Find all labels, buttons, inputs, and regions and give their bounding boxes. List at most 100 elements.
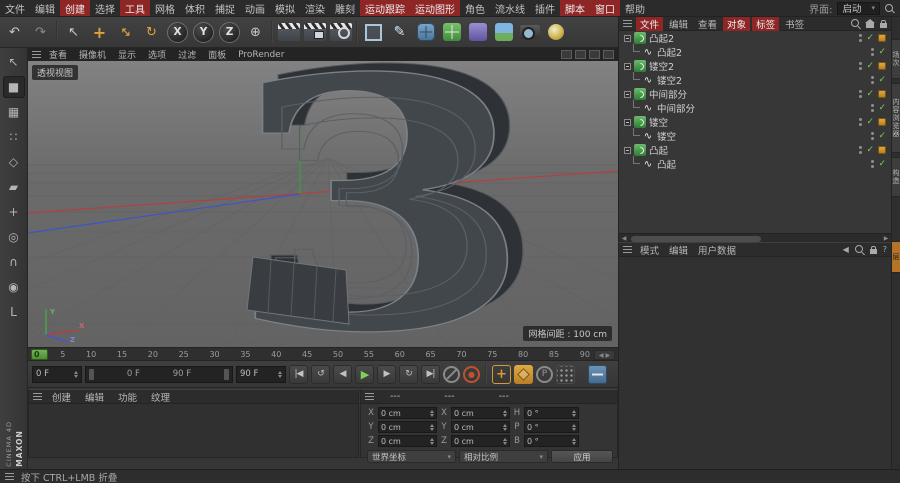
tab-structure[interactable]: 构造: [892, 157, 900, 197]
object-row[interactable]: 中间部分 ✓: [619, 87, 891, 101]
tab-texture[interactable]: 纹理: [145, 390, 176, 404]
light-button[interactable]: [543, 20, 568, 45]
tab-content-browser[interactable]: 内容浏览器: [892, 83, 900, 153]
rotate-tool-button[interactable]: ↻: [139, 20, 164, 45]
interface-dropdown[interactable]: 启动 ▾: [837, 1, 880, 15]
collapse-icon[interactable]: [624, 146, 631, 154]
viewport-menu-item[interactable]: 过滤: [172, 48, 202, 61]
om-menu-item[interactable]: 查看: [694, 17, 721, 31]
object-name[interactable]: 凸起: [657, 157, 676, 171]
enabled-check[interactable]: ✓: [866, 61, 874, 71]
visibility-dots[interactable]: [870, 131, 875, 141]
enabled-check[interactable]: ✓: [878, 75, 886, 85]
menu-item[interactable]: 选择: [90, 0, 120, 16]
object-row[interactable]: ∿ 凸起 ✓: [619, 156, 891, 171]
play-mode-button[interactable]: ↻: [399, 364, 418, 384]
object-name[interactable]: 中间部分: [657, 101, 695, 115]
viewport-menu-item[interactable]: 面板: [202, 48, 232, 61]
panel-menu-icon[interactable]: [33, 393, 42, 400]
object-name[interactable]: 镂空: [657, 129, 676, 143]
collapse-icon[interactable]: [624, 90, 631, 98]
viewport-toggle-icon[interactable]: [603, 50, 614, 59]
menu-item[interactable]: 脚本: [560, 0, 590, 16]
viewport-toggle-icon[interactable]: [561, 50, 572, 59]
tab-create[interactable]: 创建: [46, 390, 77, 404]
model-mode-icon[interactable]: ■: [2, 76, 25, 98]
help-icon[interactable]: ?: [883, 245, 887, 254]
visibility-dots[interactable]: [858, 61, 863, 71]
status-menu-icon[interactable]: [5, 473, 14, 480]
menu-item[interactable]: 渲染: [300, 0, 330, 16]
om-menu-item[interactable]: 文件: [636, 16, 664, 31]
enabled-check[interactable]: ✓: [866, 33, 874, 43]
record-off-button[interactable]: [443, 365, 460, 383]
goto-start-button[interactable]: |◀: [289, 364, 308, 384]
phong-tag[interactable]: [878, 118, 886, 126]
position-y-field[interactable]: 0 cm: [378, 421, 437, 433]
am-menu-item[interactable]: 编辑: [665, 243, 692, 257]
om-menu-item[interactable]: 书签: [781, 17, 808, 31]
search-icon[interactable]: [854, 245, 864, 254]
cloner-button[interactable]: [439, 20, 464, 45]
apply-button[interactable]: 应用: [551, 450, 613, 463]
om-menu-item[interactable]: 标签: [752, 16, 780, 31]
menu-item[interactable]: 模拟: [270, 0, 300, 16]
subdivision-surface-button[interactable]: [413, 20, 438, 45]
frame-range-slider[interactable]: 0 F 90 F: [85, 365, 233, 383]
render-settings-button[interactable]: [328, 20, 353, 45]
viewport-menu-item[interactable]: 显示: [112, 48, 142, 61]
viewport-canvas[interactable]: 透视视图 3 3 3 3 Y X Z 网格间距: 100 cm: [28, 61, 618, 347]
size-z-field[interactable]: 0 cm: [451, 435, 510, 447]
visibility-dots[interactable]: [870, 47, 875, 57]
current-frame-field[interactable]: 0 F: [32, 365, 82, 383]
add-spline-button[interactable]: ✎: [387, 20, 412, 45]
panel-menu-icon[interactable]: [365, 393, 374, 400]
scale-mode-dropdown[interactable]: 相对比例 ▾: [459, 450, 548, 463]
position-header-dropdown[interactable]: ---: [384, 391, 406, 402]
menu-item[interactable]: 帮助: [620, 0, 650, 16]
search-icon[interactable]: [851, 19, 860, 28]
next-frame-button[interactable]: ▶: [377, 364, 396, 384]
coordinate-system-button[interactable]: ⊕: [243, 20, 268, 45]
tab-edit[interactable]: 编辑: [79, 390, 110, 404]
tab-layers[interactable]: 层: [892, 241, 900, 273]
menu-item[interactable]: 体积: [180, 0, 210, 16]
phong-tag[interactable]: [878, 34, 886, 42]
polygons-mode-icon[interactable]: ▰: [3, 176, 25, 198]
enabled-check[interactable]: ✓: [878, 131, 886, 141]
menu-item[interactable]: 文件: [0, 0, 30, 16]
viewport-toggle-icon[interactable]: [575, 50, 586, 59]
undo-button[interactable]: ↶: [2, 20, 27, 45]
add-cube-button[interactable]: [361, 20, 386, 45]
menu-item[interactable]: 工具: [120, 0, 150, 16]
collapse-icon[interactable]: [624, 62, 631, 70]
object-name[interactable]: 中间部分: [649, 87, 687, 101]
visibility-dots[interactable]: [870, 103, 875, 113]
camera-button[interactable]: [517, 20, 542, 45]
render-view-button[interactable]: [276, 20, 301, 45]
visibility-dots[interactable]: [858, 117, 863, 127]
range-handle-right[interactable]: [224, 368, 229, 380]
timeline-ruler[interactable]: 05 10 15 20 25 30 35 40 45 50 55 60 65 70 75 80…: [28, 347, 618, 361]
enabled-check[interactable]: ✓: [866, 145, 874, 155]
floor-button[interactable]: [491, 20, 516, 45]
rotation-header-dropdown[interactable]: ---: [493, 391, 515, 402]
workplane-lock-icon[interactable]: L: [3, 301, 25, 323]
record-button[interactable]: ●: [463, 365, 480, 383]
previous-frame-button[interactable]: ◀: [333, 364, 352, 384]
key-scale-button[interactable]: [514, 364, 533, 384]
size-header-dropdown[interactable]: ---: [438, 391, 460, 402]
phong-tag[interactable]: [878, 90, 886, 98]
end-frame-field[interactable]: 90 F: [236, 365, 286, 383]
enabled-check[interactable]: ✓: [878, 159, 886, 169]
tab-takes[interactable]: 场次: [892, 39, 900, 79]
enable-axis-icon[interactable]: +: [3, 201, 25, 223]
menu-item[interactable]: 运动图形: [410, 0, 460, 16]
collapse-icon[interactable]: [624, 118, 631, 126]
object-row[interactable]: 镂空 ✓: [619, 115, 891, 129]
panel-menu-icon[interactable]: [32, 51, 41, 58]
rotation-b-field[interactable]: 0 °: [524, 435, 579, 447]
menu-item[interactable]: 网格: [150, 0, 180, 16]
lock-icon[interactable]: [880, 19, 887, 28]
coord-system-dropdown[interactable]: 世界坐标 ▾: [367, 450, 456, 463]
